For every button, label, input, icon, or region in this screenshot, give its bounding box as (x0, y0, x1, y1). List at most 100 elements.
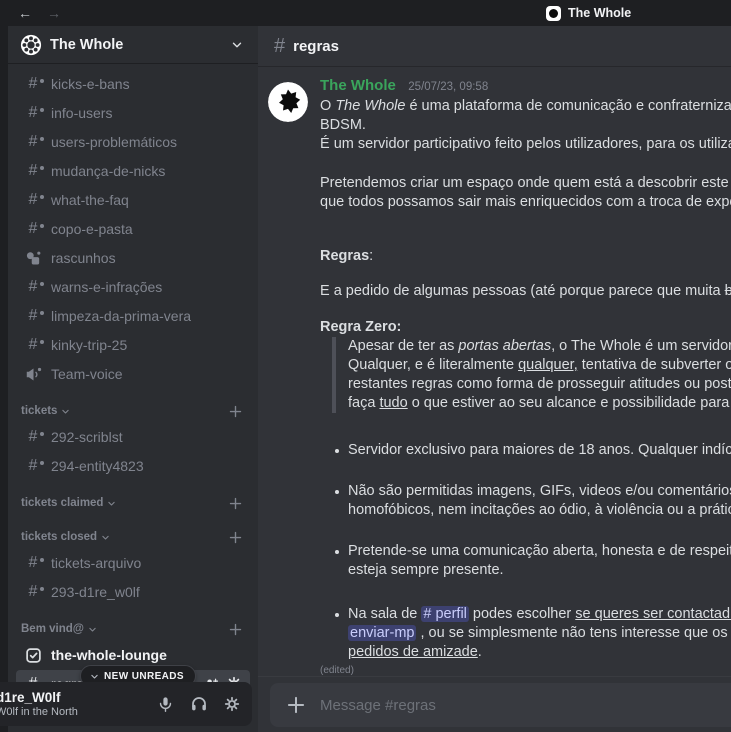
message-input[interactable]: Message #regras (270, 683, 731, 727)
message-line: Não são permitidas imagens, GIFs, videos… (320, 482, 731, 501)
sidebar-item-293-d1re-w0lf[interactable]: #293-d1re_w0lf (16, 578, 250, 606)
text-segment: Pretendemos criar um espaço onde quem es… (320, 175, 731, 191)
avatar[interactable] (268, 82, 308, 122)
window-titlebar: ← → The Whole (0, 0, 731, 26)
channel-label: limpeza-da-prima-vera (51, 308, 191, 324)
forward-arrow-icon[interactable]: → (47, 0, 61, 26)
chevron-down-icon (88, 625, 97, 634)
channel-mention[interactable]: enviar-mp (348, 625, 416, 641)
author-name[interactable]: The Whole (320, 77, 396, 94)
channel-label: rascunhos (51, 250, 116, 266)
attach-plus-icon[interactable] (286, 695, 306, 715)
sidebar-item-warns-e-infra-es[interactable]: #warns-e-infrações (16, 273, 250, 301)
sidebar-item-tickets-arquivo[interactable]: #tickets-arquivo (16, 549, 250, 577)
chat-input-bar: Message #regras (258, 676, 731, 732)
category-label: tickets closed (21, 531, 97, 543)
text-segment: . (478, 644, 482, 660)
edited-label: (edited) (320, 663, 731, 677)
link-text: se queres ser contactad@ por men (575, 606, 731, 622)
message-line: enviar-mp , ou se simplesmente não tens … (320, 624, 731, 643)
channel-label: Team-voice (51, 366, 123, 382)
sidebar-item-limpeza-da-prima-vera[interactable]: #limpeza-da-prima-vera (16, 302, 250, 330)
window-title: The Whole (546, 0, 631, 26)
sidebar-item-294-entity4823[interactable]: #294-entity4823 (16, 452, 250, 480)
sidebar-item-info-users[interactable]: #info-users (16, 99, 250, 127)
message-line: Qualquer, e é literalmente qualquer, ten… (332, 356, 731, 375)
headphones-icon[interactable] (190, 695, 208, 713)
window-title-text: The Whole (568, 6, 631, 20)
message-line: Na sala de # perfil podes escolher se qu… (320, 605, 731, 624)
message-line: faça tudo o que estiver ao seu alcance e… (332, 394, 731, 413)
nav-arrows: ← → (18, 0, 61, 26)
message-line: que todos possamos sair mais enriquecido… (320, 193, 731, 212)
text-segment: podes escolher (469, 606, 575, 622)
sidebar-item-users-problem-ticos[interactable]: #users-problemáticos (16, 128, 250, 156)
channel-sidebar: The Whole #kicks-e-bans#info-users#users… (8, 26, 258, 732)
category-tickets[interactable]: tickets (8, 400, 258, 422)
text-segment: E a pedido de algumas pessoas (até porqu… (320, 283, 725, 299)
message-line: O The Whole é uma plataforma de comunica… (320, 97, 731, 116)
microphone-icon[interactable] (157, 696, 174, 713)
sidebar-item-what-the-faq[interactable]: #what-the-faq (16, 186, 250, 214)
hash-dot-icon: # (20, 584, 46, 600)
text-segment: , o The Whole é um servidor privado. (551, 338, 731, 354)
input-placeholder: Message #regras (320, 697, 436, 714)
sidebar-item-mudan-a-de-nicks[interactable]: #mudança-de-nicks (16, 157, 250, 185)
create-channel-button[interactable] (228, 622, 243, 637)
text-segment: É um servidor participativo feito pelos … (320, 136, 731, 152)
text-segment: O (320, 98, 335, 114)
text-segment: que todos possamos sair mais enriquecido… (320, 194, 731, 210)
category-tickets-closed[interactable]: tickets closed (8, 526, 258, 548)
text-segment: The Whole (335, 98, 405, 114)
chevron-down-icon (107, 499, 116, 508)
message-line: Apesar de ter as portas abertas, o The W… (332, 337, 731, 356)
text-segment: é uma plataforma de comunicação e confra… (405, 98, 731, 114)
sidebar-item-team-voice[interactable]: Team-voice (16, 360, 250, 388)
text-segment: portas abertas (458, 338, 551, 354)
sidebar-item-292-scriblst[interactable]: #292-scriblst (16, 423, 250, 451)
channel-label: tickets-arquivo (51, 555, 141, 571)
channel-mention[interactable]: # perfil (421, 606, 469, 622)
back-arrow-icon[interactable]: ← (18, 0, 32, 26)
chat-area: # regras The Whole 25/07/23, 09:58 O The… (258, 26, 731, 732)
text-segment: Regra Zero: (320, 319, 401, 335)
checkbox-icon (20, 647, 46, 664)
text-segment: boa (725, 283, 731, 299)
category-label: Bem vind@ (21, 623, 84, 635)
server-header-dropdown[interactable]: The Whole (8, 26, 258, 63)
message-line: homofóbicos, nem incitações ao ódio, à v… (320, 501, 731, 520)
message-line: Regra Zero: (320, 318, 731, 337)
message-line: restantes regras como forma de prossegui… (332, 375, 731, 394)
user-panel: d1re_W0lf W0lf in the North (0, 682, 252, 726)
settings-icon[interactable] (224, 696, 240, 712)
create-channel-button[interactable] (228, 496, 243, 511)
hash-dot-icon: # (20, 163, 46, 179)
sidebar-item-kinky-trip-25[interactable]: #kinky-trip-25 (16, 331, 250, 359)
chat-header: # regras (258, 26, 731, 66)
message-body: O The Whole é uma plataforma de comunica… (320, 97, 731, 662)
text-segment: o que estiver ao seu alcance e possibili… (408, 395, 731, 411)
channel-label: kinky-trip-25 (51, 337, 127, 353)
chevron-down-icon (101, 533, 110, 542)
category-bem-vind-[interactable]: Bem vind@ (8, 618, 258, 640)
message: The Whole 25/07/23, 09:58 O The Whole é … (258, 76, 731, 677)
category-label: tickets claimed (21, 497, 103, 509)
create-channel-button[interactable] (228, 404, 243, 419)
text-segment: restantes regras como forma de prossegui… (348, 376, 731, 392)
channel-label: the-whole-lounge (51, 647, 167, 663)
category-label: tickets (21, 405, 57, 417)
server-name: The Whole (50, 37, 230, 53)
create-channel-button[interactable] (228, 530, 243, 545)
text-segment: : (369, 248, 373, 264)
sidebar-item-rascunhos[interactable]: rascunhos (16, 244, 250, 272)
text-segment: Não são permitidas imagens, GIFs, videos… (348, 483, 731, 499)
chevron-down-icon (90, 672, 99, 681)
hash-dot-icon: # (20, 458, 46, 474)
sidebar-item-kicks-e-bans[interactable]: #kicks-e-bans (16, 70, 250, 98)
app-icon (546, 6, 561, 21)
user-info[interactable]: d1re_W0lf W0lf in the North (0, 690, 78, 719)
message-line: Pretendemos criar um espaço onde quem es… (320, 174, 731, 193)
category-tickets-claimed[interactable]: tickets claimed (8, 492, 258, 514)
sidebar-item-copo-e-pasta[interactable]: #copo-e-pasta (16, 215, 250, 243)
link-text: tudo (379, 395, 407, 411)
